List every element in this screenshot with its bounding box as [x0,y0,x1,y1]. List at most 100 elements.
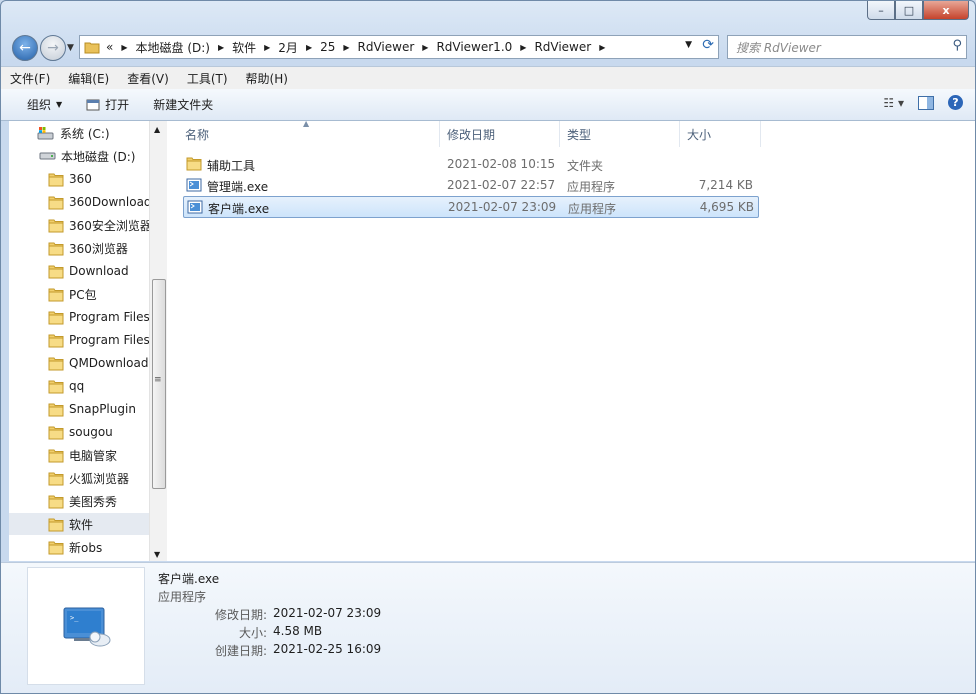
column-header-date[interactable]: 修改日期 [440,121,560,147]
chevron-right-icon[interactable]: ▶ [264,43,270,52]
breadcrumb-item[interactable]: RdViewer [534,40,591,54]
breadcrumb-item[interactable]: 软件 [232,39,256,56]
nav-folder-item[interactable]: 360安全浏览器 [9,214,149,236]
nav-folder-item[interactable]: 新obs [9,536,149,558]
nav-folder-item[interactable]: Program Files [9,306,149,328]
organize-label: 组织 [27,98,52,112]
folder-icon [48,425,64,440]
column-header-name[interactable]: 名称 ▲ [167,119,440,147]
chevron-right-icon[interactable]: ▶ [422,43,428,52]
refresh-icon[interactable]: ⟳ [702,37,714,53]
exe-icon [186,177,202,193]
nav-folder-item[interactable]: PC包 [9,283,149,305]
breadcrumb-item[interactable]: RdViewer [358,40,415,54]
nav-item-label: Program Files [69,310,149,324]
detail-created-label: 创建日期: [214,644,267,658]
help-icon[interactable]: ? [948,95,963,110]
search-icon[interactable]: ⚲ [952,38,962,53]
nav-item-label: 软件 [69,517,94,532]
column-name-label: 名称 [185,127,210,142]
details-pane: >_ 客户端.exe 应用程序 修改日期: 2021-02-07 23:09 大… [1,562,975,693]
file-list-pane: 名称 ▲ 修改日期 类型 大小 辅助工具 2021-02-08 10:15 文件夹管… [167,119,975,561]
nav-folder-item[interactable]: sougou [9,421,149,443]
nav-folder-item[interactable]: 美图秀秀 [9,490,149,512]
view-controls: ☷ ▾ ? [883,95,963,110]
nav-item-label: 360 [69,172,92,186]
close-button[interactable]: x [923,1,969,20]
nav-folder-item[interactable]: QMDownload [9,352,149,374]
menu-help[interactable]: 帮助(H) [237,70,297,87]
open-button[interactable]: 打开 [74,96,141,113]
file-name: 管理端.exe [207,180,269,194]
drive-icon [39,151,56,161]
new-folder-button[interactable]: 新建文件夹 [141,96,225,113]
chevron-right-icon[interactable]: ▶ [520,43,526,52]
menu-tools[interactable]: 工具(T) [178,70,237,87]
nav-item-drive-d[interactable]: 本地磁盘 (D:) [9,145,149,167]
nav-folder-item[interactable]: SnapPlugin [9,398,149,420]
column-header-size[interactable]: 大小 [680,121,761,147]
menu-file[interactable]: 文件(F) [1,70,59,87]
nav-item-label: 360Download [69,195,149,209]
command-bar: 组织 ▼ 打开 新建文件夹 ☷ ▾ ? [1,89,975,121]
search-input[interactable]: 搜索 RdViewer ⚲ [727,35,967,59]
file-row[interactable]: 辅助工具 2021-02-08 10:15 文件夹 [183,154,757,174]
breadcrumb-item[interactable]: 2月 [278,39,298,56]
nav-item-label: SnapPlugin [69,402,136,416]
nav-item-label: 火狐浏览器 [69,471,130,486]
organize-button[interactable]: 组织 ▼ [15,96,74,113]
open-label: 打开 [105,98,130,112]
menu-edit[interactable]: 编辑(E) [59,70,118,87]
address-dropdown-icon[interactable]: ▼ [685,40,692,50]
preview-pane-icon[interactable] [918,95,934,110]
nav-scrollbar[interactable]: ▲ ≡ ▼ [149,121,167,561]
nav-folder-item[interactable]: qq [9,375,149,397]
folder-icon [48,241,64,256]
view-options-icon[interactable]: ☷ ▾ [883,96,904,110]
svg-text:>_: >_ [70,614,79,622]
nav-folder-item[interactable]: Program Files [9,329,149,351]
file-row[interactable]: 管理端.exe 2021-02-07 22:57 应用程序 7,214 KB [183,175,757,195]
chevron-right-icon[interactable]: ▶ [121,43,127,52]
sort-up-icon: ▲ [303,119,310,128]
breadcrumb-item[interactable]: 25 [320,40,335,54]
address-bar[interactable]: « ▶ 本地磁盘 (D:) ▶ 软件 ▶ 2月 ▶ 25 ▶ RdViewer … [79,35,719,59]
nav-folder-item[interactable]: 360 [9,168,149,190]
folder-icon [48,379,64,394]
new-folder-label: 新建文件夹 [153,98,214,112]
navigation-pane: 系统 (C:) 本地磁盘 (D:) 360 360Download 360安全浏览器… [9,121,149,561]
breadcrumb-item[interactable]: RdViewer1.0 [436,40,512,54]
minimize-button[interactable]: – [867,1,895,20]
nav-item-label: qq [69,379,85,393]
nav-folder-item[interactable]: 电脑管家 [9,444,149,466]
forward-button[interactable]: → [40,35,66,61]
folder-icon [48,356,64,371]
nav-item-label: 新obs [69,540,103,555]
nav-folder-item[interactable]: 软件 [9,513,149,535]
chevron-right-icon[interactable]: ▶ [218,43,224,52]
nav-folder-item[interactable]: 360Download [9,191,149,213]
nav-folder-item[interactable]: 360浏览器 [9,237,149,259]
chevron-right-icon[interactable]: ▶ [599,43,605,52]
breadcrumb-overflow[interactable]: « [106,40,113,54]
file-type: 应用程序 [567,180,616,194]
chevron-right-icon[interactable]: ▶ [306,43,312,52]
file-size: 4,695 KB [699,200,754,214]
column-header-type[interactable]: 类型 [560,121,680,147]
nav-item-drive-c[interactable]: 系统 (C:) [9,122,149,144]
recent-pages-dropdown[interactable]: ▼ [67,43,74,53]
maximize-button[interactable]: □ [895,1,923,20]
file-row[interactable]: 客户端.exe 2021-02-07 23:09 应用程序 4,695 KB [183,196,759,218]
nav-folder-item[interactable]: 火狐浏览器 [9,467,149,489]
back-button[interactable]: ← [12,35,38,61]
nav-folder-item[interactable]: Download [9,260,149,282]
breadcrumb-item[interactable]: 本地磁盘 (D:) [136,39,210,56]
folder-icon [48,540,64,555]
scroll-up-icon[interactable]: ▲ [154,125,160,134]
nav-item-label: 系统 (C:) [60,126,110,141]
menu-view[interactable]: 查看(V) [118,70,178,87]
scroll-down-icon[interactable]: ▼ [154,550,160,559]
detail-modified-label: 修改日期: [214,608,267,622]
detail-size-value: 4.58 MB [273,624,323,638]
chevron-right-icon[interactable]: ▶ [343,43,349,52]
